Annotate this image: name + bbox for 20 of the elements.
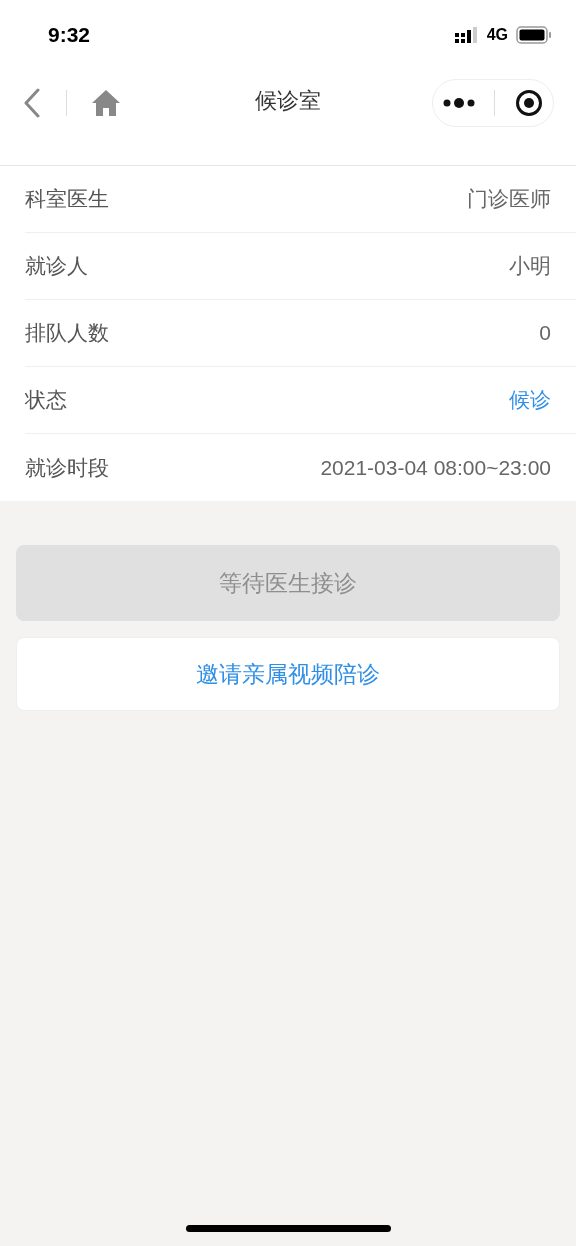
home-icon[interactable]	[91, 88, 121, 117]
row-value: 2021-03-04 08:00~23:00	[320, 454, 551, 481]
row-value: 门诊医师	[467, 186, 551, 213]
back-icon[interactable]	[22, 87, 42, 118]
network-label: 4G	[486, 25, 508, 45]
row-label: 就诊时段	[25, 454, 109, 481]
row-value: 0	[539, 320, 551, 347]
row-label: 科室医生	[25, 186, 109, 213]
close-icon[interactable]	[515, 88, 544, 117]
battery-icon	[516, 26, 552, 44]
page-title: 候诊室	[255, 87, 321, 115]
row-label: 排队人数	[25, 320, 109, 347]
row-value: 小明	[509, 253, 551, 280]
signal-icon	[454, 27, 479, 43]
row-label: 就诊人	[25, 253, 88, 280]
status-time: 9:32	[48, 22, 91, 49]
more-icon[interactable]	[442, 96, 475, 109]
status-value: 候诊	[509, 387, 551, 414]
invite-button[interactable]: 邀请亲属视频陪诊	[16, 637, 560, 711]
row-label: 状态	[25, 387, 67, 414]
